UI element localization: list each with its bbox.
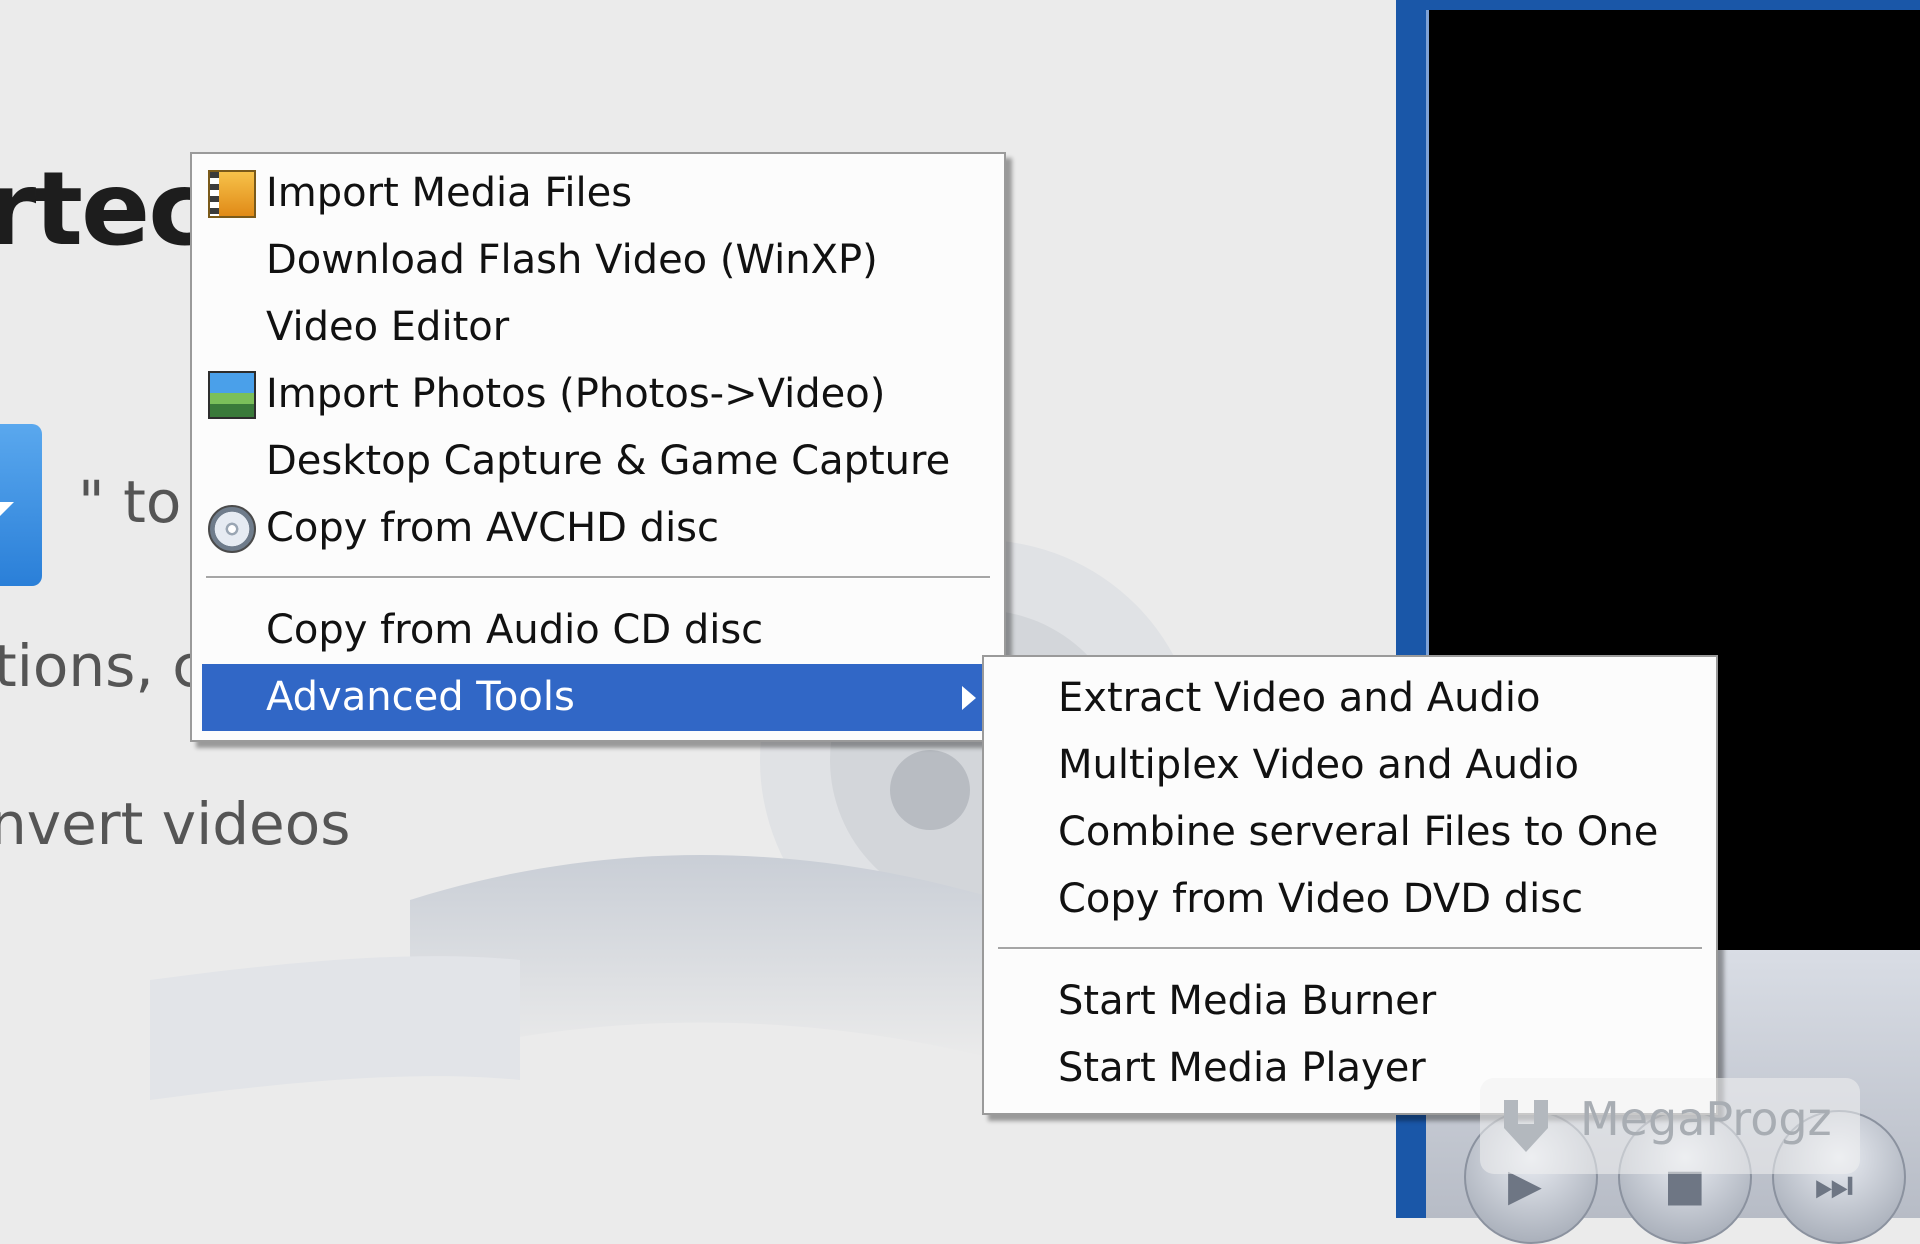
advanced-tools-submenu: Extract Video and Audio Multiplex Video … [982, 655, 1718, 1115]
menu-item-label: Copy from AVCHD disc [266, 505, 720, 551]
submenu-item-copy-dvd[interactable]: Copy from Video DVD disc [994, 866, 1706, 933]
background-text-options: tions, c [0, 632, 205, 700]
submenu-item-label: Start Media Burner [1058, 978, 1437, 1024]
menu-item-label: Video Editor [266, 304, 510, 350]
chevron-down-icon [0, 502, 14, 516]
submenu-item-label: Extract Video and Audio [1058, 675, 1541, 721]
submenu-item-multiplex-video-audio[interactable]: Multiplex Video and Audio [994, 732, 1706, 799]
menu-separator [206, 576, 990, 579]
menu-item-label: Copy from Audio CD disc [266, 607, 764, 653]
context-menu: Import Media Files Download Flash Video … [190, 152, 1006, 742]
menu-item-import-media-files[interactable]: Import Media Files [202, 160, 994, 227]
menu-item-desktop-capture[interactable]: Desktop Capture & Game Capture [202, 428, 994, 495]
submenu-item-start-media-burner[interactable]: Start Media Burner [994, 968, 1706, 1035]
blue-dropdown-button[interactable] [0, 424, 42, 586]
submenu-item-extract-video-audio[interactable]: Extract Video and Audio [994, 665, 1706, 732]
disc-icon [208, 505, 256, 553]
photo-icon [208, 371, 256, 419]
film-strip-icon [208, 170, 256, 218]
menu-item-advanced-tools[interactable]: Advanced Tools [202, 664, 994, 731]
menu-item-label: Advanced Tools [266, 674, 575, 720]
submenu-arrow-icon [962, 686, 976, 710]
background-text-convert: nvert videos [0, 790, 351, 858]
menu-item-download-flash-video[interactable]: Download Flash Video (WinXP) [202, 227, 994, 294]
menu-item-label: Desktop Capture & Game Capture [266, 438, 951, 484]
menu-item-import-photos[interactable]: Import Photos (Photos->Video) [202, 361, 994, 428]
menu-item-label: Download Flash Video (WinXP) [266, 237, 878, 283]
submenu-item-label: Copy from Video DVD disc [1058, 876, 1584, 922]
submenu-separator [998, 947, 1702, 950]
menu-item-video-editor[interactable]: Video Editor [202, 294, 994, 361]
submenu-item-combine-files[interactable]: Combine serveral Files to One [994, 799, 1706, 866]
download-arrow-icon [1504, 1100, 1548, 1152]
submenu-item-label: Start Media Player [1058, 1045, 1426, 1091]
watermark: MegaProgz [1480, 1078, 1860, 1174]
submenu-item-label: Combine serveral Files to One [1058, 809, 1659, 855]
menu-item-label: Import Photos (Photos->Video) [266, 371, 886, 417]
menu-item-copy-avchd[interactable]: Copy from AVCHD disc [202, 495, 994, 562]
menu-item-copy-audio-cd[interactable]: Copy from Audio CD disc [202, 597, 994, 664]
background-text-to: " to [78, 468, 182, 536]
submenu-item-label: Multiplex Video and Audio [1058, 742, 1580, 788]
watermark-text: MegaProgz [1580, 1092, 1832, 1146]
menu-item-label: Import Media Files [266, 170, 633, 216]
background-title-fragment: rtec [0, 150, 209, 269]
